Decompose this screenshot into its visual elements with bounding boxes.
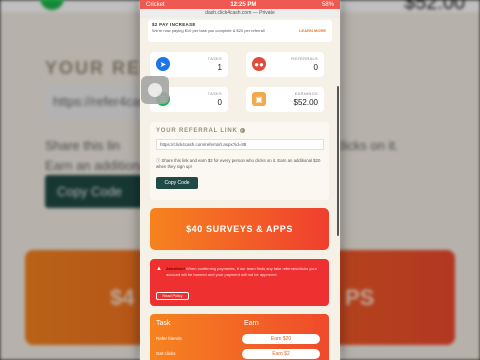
task-header: Task [156,320,171,327]
referral-heading-text: YOUR REFERRAL LINK [156,128,238,134]
carrier-label: Cricket [146,1,165,8]
help-icon[interactable]: ? [239,128,245,133]
task-row-label: Refer friends [156,336,182,341]
stat-card-tasks: ➤ TASKS 1 [150,52,228,77]
warning-icon: ▲ [156,266,162,272]
stat-label: TASKS [207,56,222,61]
stat-card-earnings: ▣ EARNINGS $52.00 [246,87,324,112]
wallet-icon: ▣ [252,92,266,106]
stat-value: 1 [217,63,222,72]
video-frame: $52.00 YOUR REFERRA https://refer4cash.c… [0,0,480,360]
referral-link-input[interactable]: https://click4cash.com/referral/r.aspx?i… [156,139,324,150]
warning-body: When confirming payments, if our team fi… [166,266,317,277]
warning-lead: Attention! [166,266,185,271]
bg-shade-right [340,0,480,360]
referral-link-card: YOUR REFERRAL LINK? https://click4cash.c… [150,122,329,200]
battery-label: 58% [321,1,334,8]
cursor-icon: ➤ [156,57,170,71]
pay-notice-title: $2 PAY INCREASE [152,22,196,27]
stat-card-referrals: ●● REFERRALS 0 [246,52,324,77]
surveys-apps-banner[interactable]: $40 SURVEYS & APPS [150,208,329,250]
pay-increase-notice: $2 PAY INCREASE We're now paying $10 per… [148,20,332,42]
phone-screen: Cricket 12:25 PM 58% dash.click4cash.com… [140,0,340,360]
earn-header: Earn [244,320,259,327]
referral-info-text: Share this link and earn $2 for every pe… [156,158,321,169]
assistive-touch-button[interactable] [141,76,169,104]
earn-pill[interactable]: Earn $20 [242,334,320,344]
stat-label: TASKS [207,91,222,96]
copy-code-button[interactable]: Copy Code [156,177,198,189]
referral-info: ⓘ Share this link and earn $2 for every … [156,158,321,169]
status-bar: Cricket 12:25 PM 58% [140,0,340,9]
url-bar[interactable]: dash.click4cash.com — Private [140,9,340,18]
stat-value: 0 [217,98,222,107]
bg-shade-left [0,0,140,360]
earn-pill[interactable]: Earn $2 [242,349,320,359]
warning-card: ▲ Attention! When confirming payments, i… [150,259,329,306]
task-row-label: Get clicks [156,351,176,356]
scrollbar[interactable] [337,86,339,236]
people-icon: ●● [252,57,266,71]
stat-value: 0 [313,63,318,72]
stat-label: EARNINGS [294,91,318,96]
read-policy-button[interactable]: Read Policy [156,292,189,300]
learn-more-link[interactable]: LEARN MORE [299,28,326,33]
stat-label: REFERRALS [291,56,318,61]
referral-heading: YOUR REFERRAL LINK? [156,128,245,134]
tasks-table: Task Earn Refer friends Earn $20 Get cli… [150,314,329,360]
clock: 12:25 PM [230,1,257,8]
warning-text: Attention! When confirming payments, if … [166,266,324,278]
stat-value: $52.00 [293,98,318,107]
